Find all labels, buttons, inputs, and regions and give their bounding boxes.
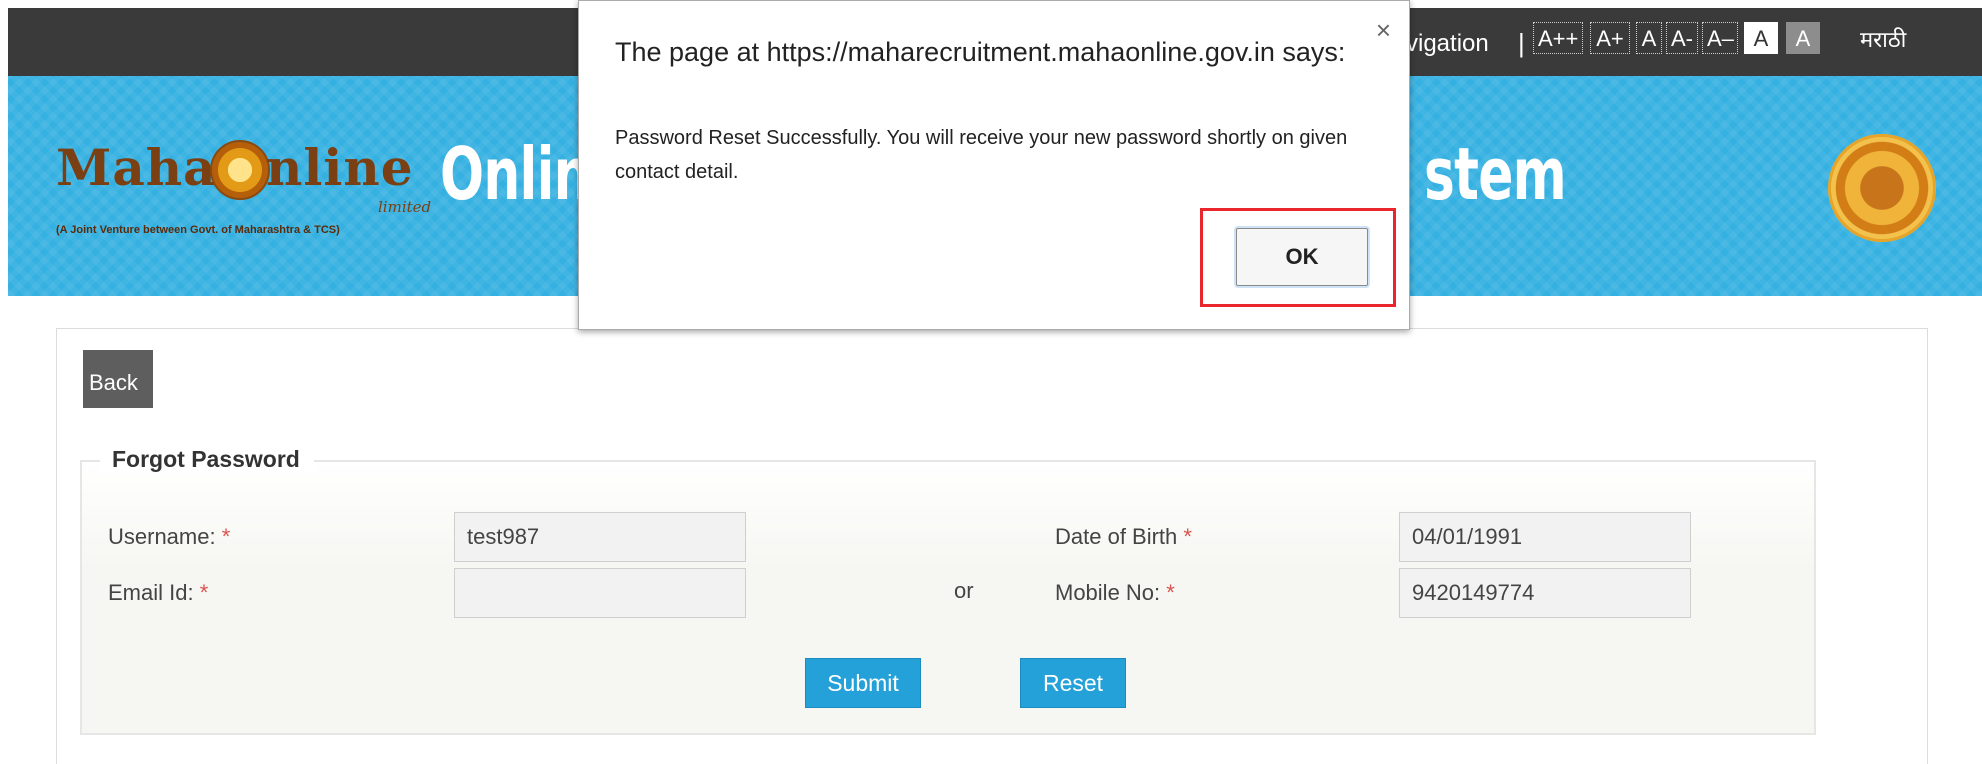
contrast-dark-button[interactable]: A [1786,22,1820,54]
forgot-password-legend: Forgot Password [100,446,314,473]
back-button[interactable]: Back [83,350,153,408]
username-label: Username: * [108,524,231,549]
logo-subtext: limited [378,198,432,216]
email-input[interactable] [454,568,746,618]
email-label: Email Id: * [108,580,209,605]
font-size-larger-button[interactable]: A+ [1590,22,1630,54]
mobile-input[interactable] [1399,568,1691,618]
font-size-largest-button[interactable]: A++ [1533,22,1583,54]
username-input[interactable] [454,512,746,562]
separator: | [1518,28,1525,58]
font-size-smaller-button[interactable]: A- [1666,22,1698,54]
reset-button[interactable]: Reset [1020,658,1126,708]
maharashtra-seal-icon [1828,134,1936,242]
logo-tagline: (A Joint Venture between Govt. of Mahara… [56,224,340,236]
header-title-right: stem [1424,132,1567,216]
dialog-title: The page at https://maharecruitment.maha… [615,37,1346,67]
mobile-label: Mobile No: * [1055,580,1175,605]
dialog-message: Password Reset Successfully. You will re… [615,127,1348,183]
font-size-smallest-button[interactable]: A– [1702,22,1738,54]
logo-word-nline: nline [266,138,414,197]
logo-emblem-icon [210,140,270,200]
or-separator: or [954,578,974,603]
header-title-left: Onlin [440,132,591,216]
skip-navigation-link[interactable]: vigation [1406,30,1489,58]
submit-button[interactable]: Submit [805,658,921,708]
dob-label: Date of Birth * [1055,524,1192,549]
mahaonline-logo[interactable]: Maha nline limited (A Joint Venture betw… [56,138,431,248]
contrast-light-button[interactable]: A [1744,22,1778,54]
close-icon[interactable]: × [1376,15,1391,46]
ok-button[interactable]: OK [1236,228,1368,286]
logo-word-maha: Maha [56,138,217,197]
dob-input[interactable] [1399,512,1691,562]
font-size-normal-button[interactable]: A [1636,22,1662,54]
language-marathi-link[interactable]: मराठी [1860,24,1906,54]
